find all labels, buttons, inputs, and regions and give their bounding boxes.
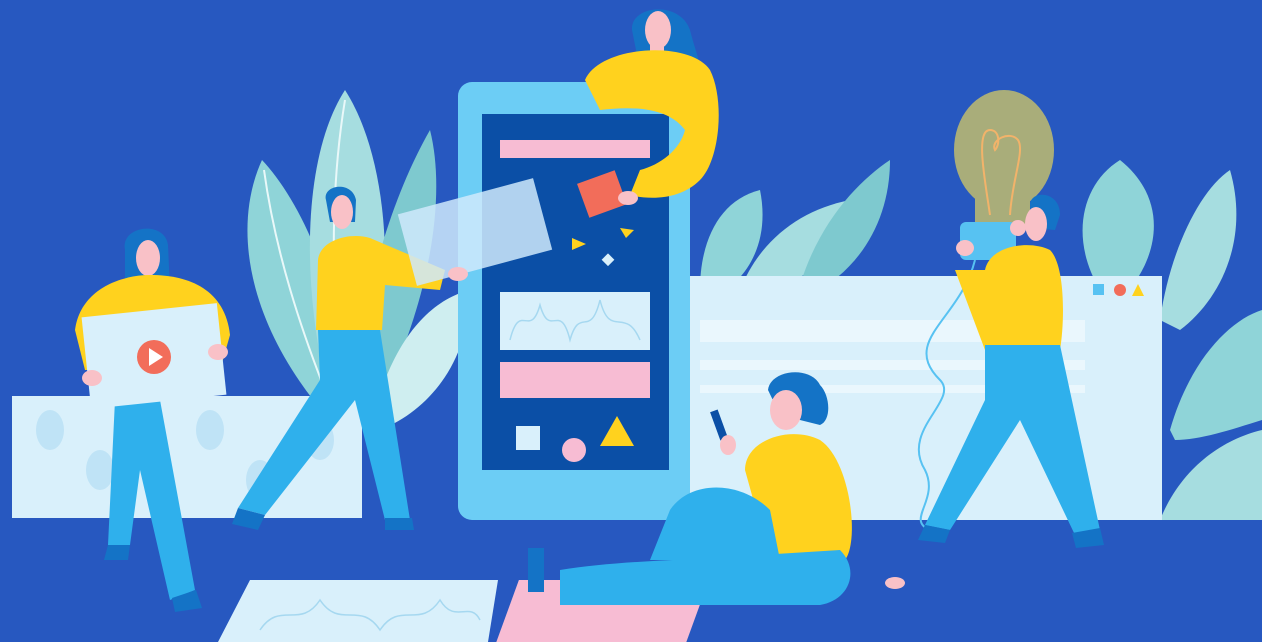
- hand: [208, 344, 228, 360]
- video-card: [81, 303, 227, 409]
- screen-pink-card: [500, 362, 650, 398]
- illustration-canvas: [0, 0, 1262, 642]
- face: [331, 195, 353, 229]
- shoe: [385, 518, 414, 530]
- foreground-paper: [218, 580, 498, 642]
- screen-circle: [562, 438, 586, 462]
- window-dot-red: [1114, 284, 1126, 296]
- dot: [36, 410, 64, 450]
- face: [136, 240, 160, 276]
- face: [770, 390, 802, 430]
- hand: [448, 267, 468, 281]
- hand: [885, 577, 905, 589]
- hand: [1010, 220, 1026, 236]
- hand: [82, 370, 102, 386]
- shoe: [528, 548, 544, 592]
- shoe: [104, 545, 130, 560]
- screen-pink-bar: [500, 140, 650, 158]
- hand: [618, 191, 638, 205]
- window-dot-blue: [1093, 284, 1104, 295]
- screen-square: [516, 426, 540, 450]
- bulb-glass: [954, 90, 1054, 210]
- dot: [196, 410, 224, 450]
- hand: [720, 435, 736, 455]
- smartphone-icon: [458, 82, 690, 520]
- bulb-neck: [975, 195, 1030, 225]
- hand: [956, 240, 974, 256]
- face: [1025, 207, 1047, 241]
- paper-sheet: [218, 580, 498, 642]
- dot: [86, 450, 114, 490]
